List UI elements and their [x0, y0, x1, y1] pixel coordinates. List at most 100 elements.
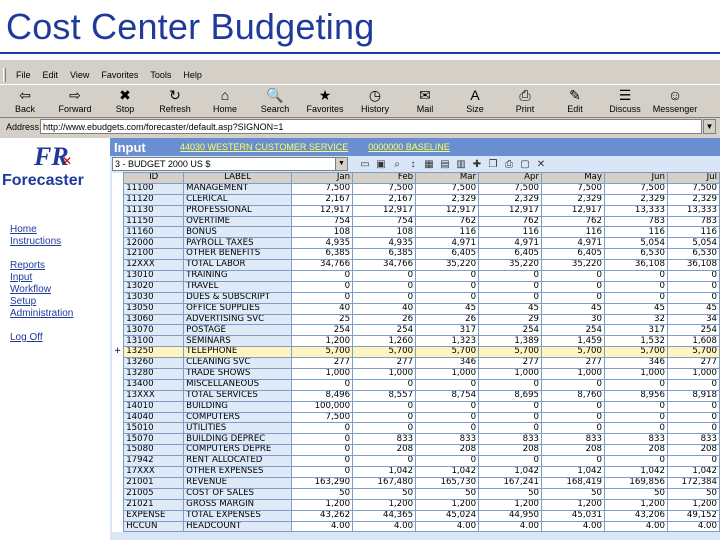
- value-cell[interactable]: 0: [603, 270, 668, 282]
- value-cell[interactable]: 254: [291, 324, 354, 337]
- value-cell[interactable]: 0: [603, 280, 668, 293]
- value-cell[interactable]: 0: [666, 411, 720, 424]
- toolbar-back-button[interactable]: ⇦ Back: [0, 85, 50, 119]
- value-cell[interactable]: 0: [352, 422, 417, 435]
- menu-view[interactable]: View: [64, 70, 95, 80]
- value-cell[interactable]: 783: [666, 215, 720, 228]
- value-cell[interactable]: 0: [478, 291, 543, 304]
- value-cell[interactable]: 208: [666, 444, 720, 457]
- value-cell[interactable]: 8,754: [415, 389, 480, 402]
- value-cell[interactable]: 1,042: [541, 466, 605, 478]
- value-cell[interactable]: 1,000: [352, 368, 417, 380]
- value-cell[interactable]: 4,935: [291, 237, 354, 250]
- value-cell[interactable]: 1,200: [415, 498, 480, 511]
- value-cell[interactable]: 50: [352, 487, 417, 500]
- value-cell[interactable]: 208: [603, 444, 668, 457]
- value-cell[interactable]: 0: [415, 280, 480, 293]
- value-cell[interactable]: 2,329: [666, 193, 720, 206]
- value-cell[interactable]: 163,290: [291, 476, 354, 489]
- value-cell[interactable]: 0: [291, 433, 354, 446]
- paste-icon[interactable]: ▢: [518, 158, 532, 171]
- value-cell[interactable]: 116: [666, 226, 720, 239]
- value-cell[interactable]: 7,500: [666, 182, 720, 195]
- column-header[interactable]: Jul: [666, 172, 720, 184]
- budget-select[interactable]: 3 - BUDGET 2000 US $ ▼: [112, 157, 348, 171]
- value-cell[interactable]: 208: [352, 444, 417, 457]
- value-cell[interactable]: 25: [291, 313, 354, 326]
- value-cell[interactable]: 754: [291, 215, 354, 228]
- value-cell[interactable]: 12,917: [478, 204, 543, 217]
- value-cell[interactable]: 43,206: [603, 509, 668, 522]
- value-cell[interactable]: 12,917: [415, 204, 480, 217]
- toolbar-history-button[interactable]: ◷ History: [350, 85, 400, 119]
- value-cell[interactable]: 1,042: [603, 466, 668, 478]
- value-cell[interactable]: 32: [603, 313, 668, 326]
- value-cell[interactable]: 35,220: [541, 259, 605, 272]
- value-cell[interactable]: 0: [415, 400, 480, 413]
- value-cell[interactable]: 762: [541, 215, 605, 228]
- value-cell[interactable]: 167,241: [478, 476, 543, 489]
- save-icon[interactable]: ▣: [374, 158, 388, 171]
- value-cell[interactable]: 1,000: [603, 368, 668, 380]
- value-cell[interactable]: 254: [666, 324, 720, 337]
- value-cell[interactable]: 317: [603, 324, 668, 337]
- value-cell[interactable]: 0: [352, 378, 417, 391]
- value-cell[interactable]: 0: [291, 378, 354, 391]
- value-cell[interactable]: 1,260: [352, 335, 417, 348]
- value-cell[interactable]: 0: [291, 455, 354, 468]
- value-cell[interactable]: 50: [666, 487, 720, 500]
- value-cell[interactable]: 833: [666, 433, 720, 446]
- value-cell[interactable]: 108: [352, 226, 417, 239]
- value-cell[interactable]: 0: [541, 291, 605, 304]
- sort-icon[interactable]: ↕: [406, 158, 420, 171]
- menu-favorites[interactable]: Favorites: [95, 70, 144, 80]
- value-cell[interactable]: 116: [415, 226, 480, 239]
- value-cell[interactable]: 5,700: [603, 346, 668, 359]
- nav-reports[interactable]: Reports: [10, 260, 73, 272]
- value-cell[interactable]: 116: [603, 226, 668, 239]
- column-header[interactable]: Jan: [291, 172, 354, 184]
- value-cell[interactable]: 1,000: [541, 368, 605, 380]
- value-cell[interactable]: 5,700: [541, 346, 605, 359]
- nav-log-off[interactable]: Log Off: [10, 332, 73, 344]
- value-cell[interactable]: 36,108: [666, 259, 720, 272]
- value-cell[interactable]: 40: [291, 302, 354, 315]
- value-cell[interactable]: 35,220: [415, 259, 480, 272]
- value-cell[interactable]: 0: [603, 400, 668, 413]
- value-cell[interactable]: 317: [415, 324, 480, 337]
- value-cell[interactable]: 50: [541, 487, 605, 500]
- value-cell[interactable]: 2,167: [291, 193, 354, 206]
- value-cell[interactable]: 165,730: [415, 476, 480, 489]
- value-cell[interactable]: 754: [352, 215, 417, 228]
- value-cell[interactable]: 0: [666, 280, 720, 293]
- value-cell[interactable]: 1,200: [291, 335, 354, 348]
- value-cell[interactable]: 0: [415, 270, 480, 282]
- value-cell[interactable]: 6,405: [478, 248, 543, 261]
- value-cell[interactable]: 40: [352, 302, 417, 315]
- value-cell[interactable]: 277: [666, 357, 720, 370]
- value-cell[interactable]: 277: [291, 357, 354, 370]
- value-cell[interactable]: 29: [478, 313, 543, 326]
- value-cell[interactable]: 6,530: [666, 248, 720, 261]
- value-cell[interactable]: 6,530: [603, 248, 668, 261]
- value-cell[interactable]: 833: [352, 433, 417, 446]
- value-cell[interactable]: 1,200: [541, 498, 605, 511]
- value-cell[interactable]: 45: [478, 302, 543, 315]
- value-cell[interactable]: 6,385: [291, 248, 354, 261]
- value-cell[interactable]: 50: [415, 487, 480, 500]
- value-cell[interactable]: 2,329: [415, 193, 480, 206]
- value-cell[interactable]: 0: [541, 422, 605, 435]
- value-cell[interactable]: 5,700: [478, 346, 543, 359]
- toolbar-print-button[interactable]: ⎙ Print: [500, 85, 550, 119]
- value-cell[interactable]: 5,700: [415, 346, 480, 359]
- value-cell[interactable]: 1,000: [291, 368, 354, 380]
- value-cell[interactable]: 45: [603, 302, 668, 315]
- value-cell[interactable]: 5,700: [352, 346, 417, 359]
- value-cell[interactable]: 277: [541, 357, 605, 370]
- value-cell[interactable]: 4,935: [352, 237, 417, 250]
- value-cell[interactable]: 50: [603, 487, 668, 500]
- find-icon[interactable]: ⌕: [390, 158, 404, 171]
- value-cell[interactable]: 0: [352, 270, 417, 282]
- value-cell[interactable]: 0: [666, 291, 720, 304]
- toolbar-discuss-button[interactable]: ☰ Discuss: [600, 85, 650, 119]
